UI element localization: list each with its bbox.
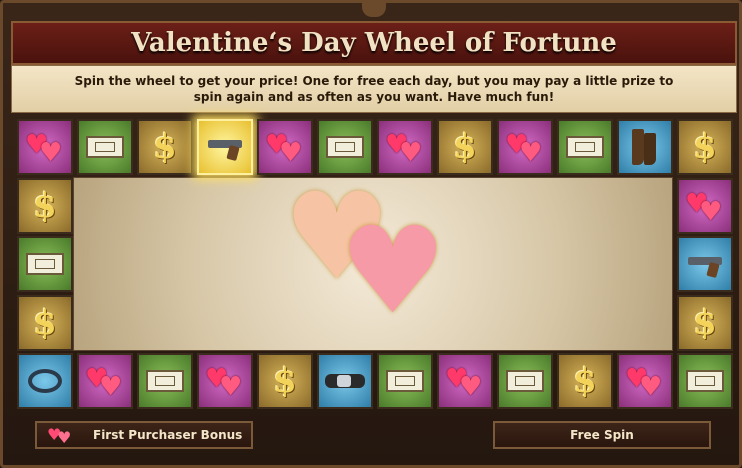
wheel-tile: [497, 353, 553, 409]
center-hearts-icon: ♥ ♥: [283, 168, 447, 341]
money-bill-icon: [386, 370, 424, 392]
wheel-tile: $: [557, 353, 613, 409]
wheel-tile: [377, 353, 433, 409]
belt-icon: [325, 374, 365, 388]
wheel-tile: $: [437, 119, 493, 175]
wheel-tile: ♥ ♥: [377, 119, 433, 175]
first-purchaser-bonus-label: First Purchaser Bonus: [93, 428, 243, 442]
description-panel: Spin the wheel to get your price! One fo…: [11, 65, 737, 113]
wheel-tile: [317, 119, 373, 175]
hearts-icon: ♥ ♥: [445, 364, 483, 402]
lasso-icon: [28, 369, 62, 393]
dollar-icon: $: [33, 185, 57, 226]
wheel-tile: ♥ ♥: [437, 353, 493, 409]
wheel-tile: ♥ ♥: [257, 119, 313, 175]
boots-icon: [628, 127, 662, 167]
hearts-icon: ♥ ♥: [47, 425, 72, 447]
wheel-tile: [677, 353, 733, 409]
wheel-tile: [677, 236, 733, 292]
description-text: Spin the wheel to get your price! One fo…: [74, 74, 674, 104]
dollar-icon: $: [153, 127, 177, 167]
star-ornament-icon: [362, 3, 386, 17]
dollar-icon: $: [573, 361, 597, 401]
page-title: Valentine‘s Day Wheel of Fortune: [131, 28, 617, 58]
wheel-tile: [617, 119, 673, 175]
money-bill-icon: [686, 370, 724, 392]
dollar-icon: $: [453, 127, 477, 167]
money-bill-icon: [86, 136, 124, 158]
money-bill-icon: [326, 136, 364, 158]
money-bill-icon: [146, 370, 184, 392]
money-bill-icon: [566, 136, 604, 158]
hearts-icon: ♥ ♥: [205, 364, 243, 402]
wheel-tile: ♥ ♥: [497, 119, 553, 175]
free-spin-label: Free Spin: [570, 428, 634, 442]
dollar-icon: $: [693, 127, 717, 167]
wheel-tile: $: [137, 119, 193, 175]
wheel-tile: ♥ ♥: [17, 119, 73, 175]
wheel-window: Valentine‘s Day Wheel of Fortune Spin th…: [0, 0, 742, 468]
wheel-tile: $: [677, 294, 733, 351]
money-bill-icon: [506, 370, 544, 392]
wheel-tile: ♥ ♥: [77, 353, 133, 409]
revolver-icon: [204, 134, 246, 160]
wheel-tile: $: [17, 177, 73, 234]
hearts-icon: ♥ ♥: [265, 130, 303, 168]
hearts-icon: ♥ ♥: [385, 130, 423, 168]
wheel-tile: ♥ ♥: [677, 177, 733, 234]
hearts-icon: ♥ ♥: [685, 188, 723, 227]
wheel-tile: $: [257, 353, 313, 409]
wheel-tile: [77, 119, 133, 175]
hearts-icon: ♥ ♥: [85, 364, 123, 402]
dollar-icon: $: [33, 302, 57, 343]
free-spin-button[interactable]: Free Spin: [493, 421, 711, 449]
wheel-tile: [317, 353, 373, 409]
hearts-icon: ♥ ♥: [625, 364, 663, 402]
first-purchaser-bonus-button[interactable]: ♥ ♥ First Purchaser Bonus: [35, 421, 253, 449]
wheel-tile: ♥ ♥: [197, 353, 253, 409]
dollar-icon: $: [273, 361, 297, 401]
center-prize-display: ♥ ♥: [73, 177, 673, 351]
dollar-icon: $: [693, 302, 717, 343]
wheel-tile: [197, 119, 253, 175]
money-bill-icon: [26, 253, 64, 275]
revolver-icon: [684, 251, 726, 277]
wheel-tile: [17, 353, 73, 409]
wheel-tile: [17, 236, 73, 292]
wheel-tile: [137, 353, 193, 409]
hearts-icon: ♥ ♥: [505, 130, 543, 168]
wheel-tile: $: [677, 119, 733, 175]
wheel-board: ♥ ♥ ♥ ♥ $ ♥ ♥ ♥ ♥ $ ♥ ♥ $ $ $ ♥ ♥ $ ♥ ♥ ♥ ♥ $ ♥ ♥ $ ♥ ♥: [15, 119, 733, 409]
wheel-tile: [557, 119, 613, 175]
hearts-icon: ♥ ♥: [25, 130, 63, 168]
wheel-tile: ♥ ♥: [617, 353, 673, 409]
wheel-tile: $: [17, 294, 73, 351]
title-bar: Valentine‘s Day Wheel of Fortune: [11, 21, 737, 65]
